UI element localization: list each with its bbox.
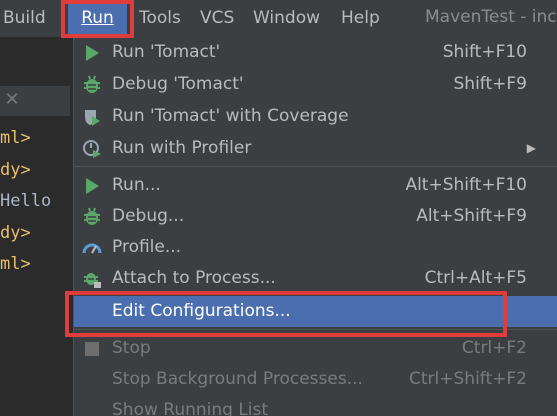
shortcut-text: Alt+Shift+F9 [416, 206, 527, 226]
menu-tools[interactable]: Tools [139, 0, 181, 37]
shortcut-text: Ctrl+Alt+F5 [424, 268, 527, 288]
debug-icon [84, 75, 100, 93]
stop-icon [85, 342, 99, 356]
menu-item-run-coverage[interactable]: Run 'Tomact' with Coverage [74, 101, 557, 132]
run-dropdown-menu: Run 'Tomact' Shift+F10 Debug 'Tomact' Sh… [73, 37, 557, 416]
menu-vcs[interactable]: VCS [200, 0, 234, 37]
menu-item-label: Run with Profiler [112, 138, 252, 158]
code-line: Hello [0, 191, 52, 211]
menu-item-attach-process[interactable]: Attach to Process... Ctrl+Alt+F5 [74, 263, 557, 294]
debug-icon [84, 207, 100, 225]
menu-item-show-running-list[interactable]: Show Running List [74, 395, 557, 416]
menu-item-debug-tomact[interactable]: Debug 'Tomact' Shift+F9 [74, 69, 557, 100]
edit-configurations-highlight-box [65, 291, 507, 337]
menu-vcs-label: VCS [200, 8, 235, 28]
menu-help-label: Help [341, 8, 380, 28]
menu-item-label: Run 'Tomact' [112, 42, 221, 62]
menu-item-label: Debug 'Tomact' [112, 74, 244, 94]
menu-build-label: Build [3, 8, 46, 28]
menu-item-stop[interactable]: Stop Ctrl+F2 [74, 333, 557, 364]
code-line: ml> [0, 254, 31, 274]
attach-icon [84, 273, 101, 288]
menu-item-label: Run 'Tomact' with Coverage [112, 106, 349, 126]
menu-separator [74, 166, 557, 167]
menu-item-label: Show Running List [112, 400, 269, 416]
menu-item-label: Profile... [112, 237, 182, 257]
shortcut-text: Alt+Shift+F10 [405, 175, 527, 195]
profile-gauge-icon [82, 243, 102, 254]
shortcut-text: Ctrl+Shift+F2 [409, 369, 527, 389]
code-line: dy> [0, 223, 31, 243]
shortcut-text: Shift+F10 [442, 42, 527, 62]
profiler-icon [83, 140, 101, 158]
menu-item-profile[interactable]: Profile... [74, 232, 557, 263]
menu-item-label: Stop [112, 338, 151, 358]
menu-item-run[interactable]: Run... Alt+Shift+F10 [74, 170, 557, 201]
code-line: dy> [0, 160, 31, 180]
menu-item-label: Debug... [112, 206, 185, 226]
close-icon[interactable]: ✕ [2, 90, 22, 110]
menu-item-stop-background[interactable]: Stop Background Processes... Ctrl+Shift+… [74, 364, 557, 395]
menu-item-run-profiler[interactable]: Run with Profiler ▶ [74, 133, 557, 164]
menu-item-debug[interactable]: Debug... Alt+Shift+F9 [74, 201, 557, 232]
run-icon [86, 178, 99, 194]
code-line: ml> [0, 128, 31, 148]
menu-item-label: Attach to Process... [112, 268, 276, 288]
menu-tools-label: Tools [139, 8, 181, 28]
menu-help[interactable]: Help [341, 0, 380, 37]
menu-window-label: Window [253, 8, 321, 28]
menu-item-label: Run... [112, 175, 161, 195]
menu-item-run-tomact[interactable]: Run 'Tomact' Shift+F10 [74, 37, 557, 68]
run-menu-highlight-box [61, 0, 134, 38]
shortcut-text: Ctrl+F2 [461, 338, 527, 358]
shortcut-text: Shift+F9 [453, 74, 527, 94]
coverage-icon [85, 110, 100, 126]
menu-window[interactable]: Window [253, 0, 320, 37]
menu-build[interactable]: Build [3, 0, 46, 37]
submenu-arrow-icon: ▶ [526, 141, 536, 155]
menu-item-label: Stop Background Processes... [112, 369, 363, 389]
window-title: MavenTest - inc [425, 7, 557, 27]
run-icon [86, 45, 99, 61]
